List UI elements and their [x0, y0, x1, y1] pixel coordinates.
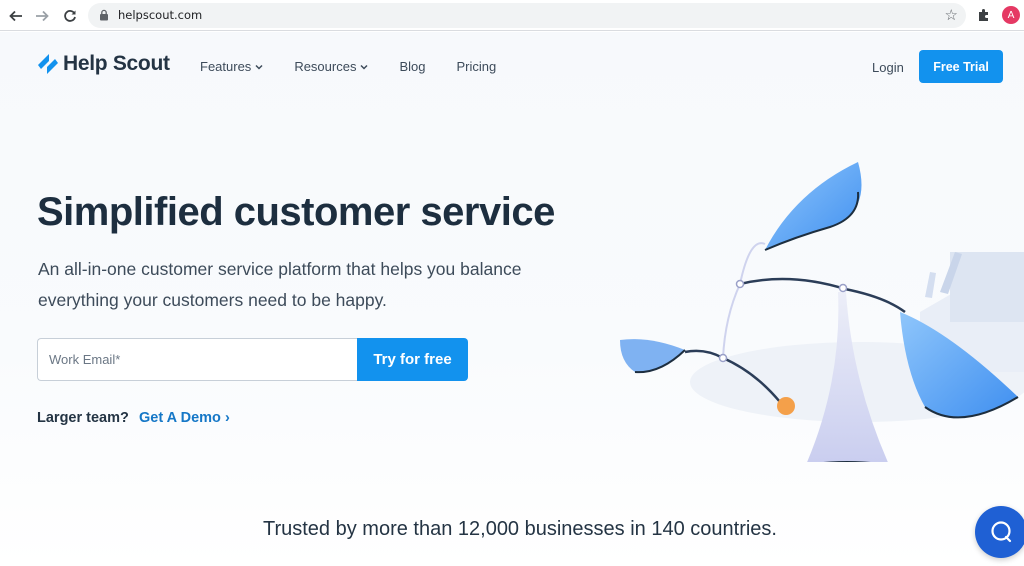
chevron-down-icon: [360, 64, 368, 70]
page: Help Scout Features Resources Blog Prici…: [0, 32, 1024, 566]
work-email-input[interactable]: [37, 338, 358, 381]
chat-icon: [991, 521, 1012, 543]
address-bar[interactable]: helpscout.com ☆: [88, 3, 966, 28]
nav-resources[interactable]: Resources: [294, 59, 368, 74]
try-for-free-button[interactable]: Try for free: [357, 338, 468, 381]
star-icon[interactable]: ☆: [945, 6, 958, 24]
get-a-demo-link[interactable]: Get A Demo ›: [139, 410, 230, 426]
lock-icon: [100, 9, 108, 21]
hero-mobile-illustration: [620, 162, 1024, 462]
chevron-down-icon: [255, 64, 263, 70]
browser-toolbar: helpscout.com ☆ A: [0, 0, 1024, 31]
back-icon[interactable]: [6, 6, 26, 26]
forward-icon[interactable]: [32, 6, 52, 26]
hero-subtitle: An all-in-one customer service platform …: [38, 259, 522, 310]
profile-avatar[interactable]: A: [1002, 6, 1020, 24]
main-nav: Features Resources Blog Pricing: [200, 59, 527, 74]
trusted-by-text: Trusted by more than 12,000 businesses i…: [262, 518, 777, 540]
login-link[interactable]: Login: [872, 60, 904, 75]
nav-features-label: Features: [200, 59, 252, 74]
free-trial-button[interactable]: Free Trial: [919, 50, 1003, 83]
extensions-icon[interactable]: [976, 7, 992, 23]
logo[interactable]: Help Scout: [37, 52, 170, 76]
chat-widget-button[interactable]: [975, 506, 1024, 558]
logo-text: Help Scout: [63, 52, 170, 75]
larger-team-text: Larger team?: [37, 410, 129, 426]
hero-title: Simplified customer service: [37, 190, 555, 234]
nav-pricing[interactable]: Pricing: [456, 59, 496, 74]
url-text: helpscout.com: [118, 8, 203, 22]
nav-resources-label: Resources: [294, 59, 357, 74]
nav-blog[interactable]: Blog: [399, 59, 425, 74]
help-scout-logo-icon: [38, 54, 58, 74]
reload-icon[interactable]: [60, 6, 80, 26]
nav-features[interactable]: Features: [200, 59, 263, 74]
